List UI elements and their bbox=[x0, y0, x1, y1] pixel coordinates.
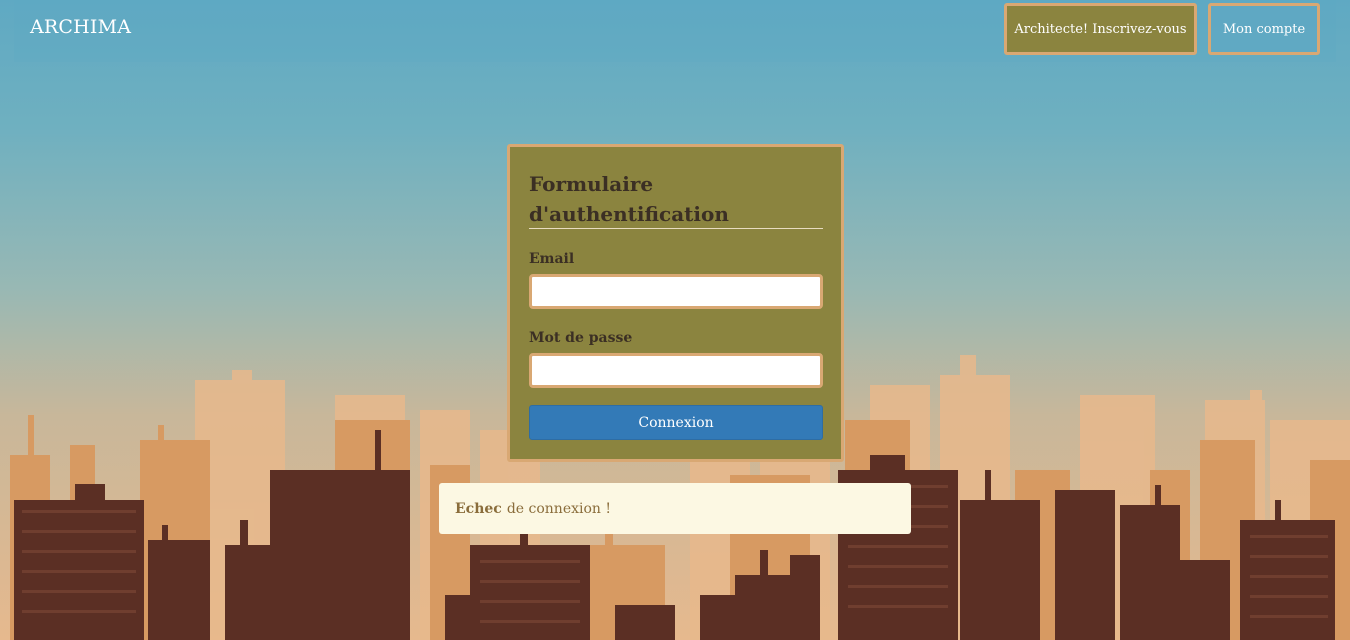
email-field[interactable] bbox=[529, 274, 823, 309]
title-divider bbox=[529, 228, 823, 229]
email-label: Email bbox=[529, 251, 575, 267]
my-account-button[interactable]: Mon compte bbox=[1208, 3, 1320, 55]
login-submit-button[interactable]: Connexion bbox=[529, 405, 823, 440]
alert-message: de connexion ! bbox=[506, 500, 611, 517]
login-form-title: Formulaire d'authentification bbox=[529, 172, 729, 226]
page: ARCHIMA Architecte! Inscrivez-vous Mon c… bbox=[0, 0, 1350, 640]
alert-strong-text: Echec bbox=[455, 500, 502, 517]
password-field[interactable] bbox=[529, 353, 823, 388]
login-failure-alert: Echec de connexion ! bbox=[439, 483, 911, 534]
architect-signup-button[interactable]: Architecte! Inscrivez-vous bbox=[1004, 3, 1197, 55]
brand-logo[interactable]: ARCHIMA bbox=[30, 16, 131, 38]
login-form-card: Formulaire d'authentification Email Mot … bbox=[507, 144, 844, 462]
password-label: Mot de passe bbox=[529, 330, 633, 346]
